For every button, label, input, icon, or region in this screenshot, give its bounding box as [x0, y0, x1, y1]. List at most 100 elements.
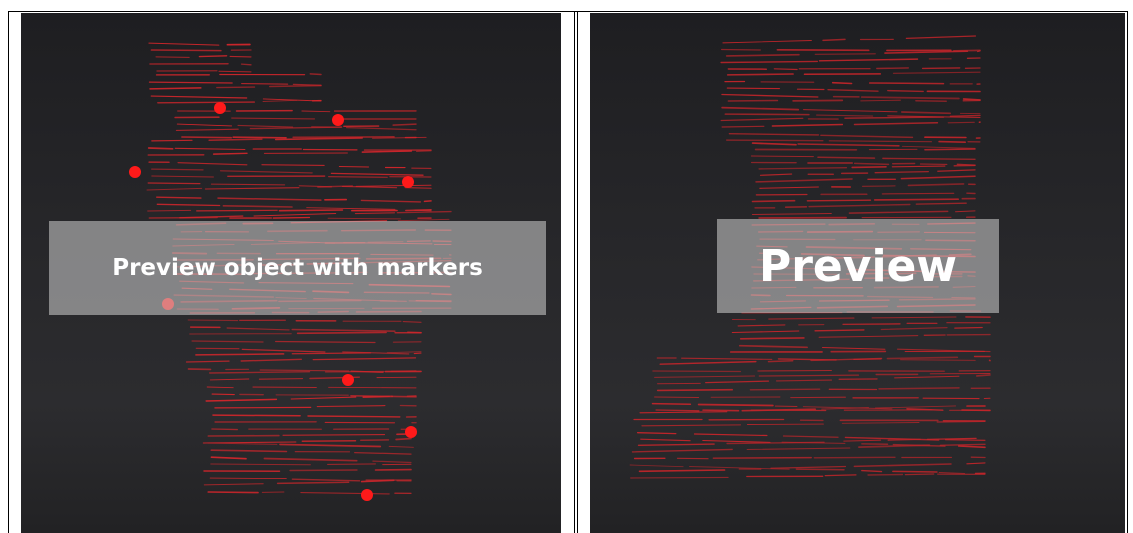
- scan-line: [758, 374, 860, 377]
- scan-line: [721, 93, 819, 98]
- scan-line: [926, 437, 977, 441]
- scan-line: [782, 435, 839, 438]
- scan-line: [705, 380, 770, 384]
- scan-line: [860, 99, 901, 102]
- scan-line: [858, 444, 931, 448]
- scan-line: [146, 187, 203, 191]
- scan-line: [276, 481, 350, 485]
- scan-line: [891, 165, 946, 168]
- scan-line: [726, 441, 825, 445]
- scan-line: [712, 456, 812, 459]
- scan-line: [725, 139, 824, 142]
- scan-line: [214, 406, 312, 409]
- scan-line: [841, 422, 920, 424]
- scan-line: [219, 170, 313, 174]
- scan-line: [822, 347, 886, 350]
- scan-line: [177, 162, 248, 166]
- scan-line: [396, 210, 452, 214]
- scan-line: [175, 128, 239, 131]
- scan-line: [187, 319, 239, 322]
- scan-line: [949, 114, 981, 118]
- marker-dot: [402, 176, 414, 188]
- scan-line: [751, 142, 797, 146]
- scan-line: [775, 379, 833, 382]
- scan-line: [191, 340, 264, 343]
- scan-line: [392, 123, 417, 126]
- scan-line: [738, 344, 808, 349]
- scan-line: [871, 316, 957, 319]
- scan-line: [309, 73, 322, 76]
- scan-line: [876, 67, 909, 70]
- scan-line: [892, 71, 981, 74]
- scan-line: [721, 125, 765, 128]
- scan-line: [156, 196, 202, 199]
- scan-line: [395, 437, 412, 441]
- scan-line: [181, 136, 232, 139]
- scan-line: [728, 133, 820, 136]
- right-preview-viewport: Preview: [590, 13, 1125, 533]
- scan-line: [954, 326, 983, 329]
- scan-line: [156, 203, 221, 207]
- scan-line: [206, 386, 234, 389]
- scan-line: [155, 56, 190, 58]
- scan-line: [202, 441, 297, 444]
- scan-line: [413, 352, 422, 355]
- scan-line: [636, 432, 677, 435]
- scan-line: [147, 209, 192, 212]
- scan-line: [878, 387, 960, 390]
- scan-line: [751, 199, 796, 203]
- scan-line: [887, 438, 921, 441]
- scan-line: [147, 147, 174, 150]
- scan-line: [874, 405, 957, 409]
- scan-line: [148, 42, 220, 46]
- scan-line: [415, 150, 432, 153]
- scan-line: [204, 187, 300, 190]
- scan-line: [795, 468, 845, 471]
- scan-line: [720, 60, 818, 64]
- scan-line: [654, 396, 700, 399]
- left-caption-banner: Preview object with markers: [49, 221, 546, 315]
- scan-line: [659, 360, 757, 365]
- frame-top-border: [8, 11, 1128, 12]
- scan-line: [907, 183, 965, 187]
- scan-line: [874, 170, 929, 174]
- scan-line: [831, 81, 853, 85]
- scan-line: [222, 205, 293, 208]
- scan-line: [185, 360, 230, 363]
- scan-line: [702, 439, 771, 443]
- scan-line: [818, 335, 919, 338]
- scan-line: [739, 337, 805, 340]
- scan-line: [272, 216, 311, 219]
- scan-line: [655, 409, 700, 412]
- scan-line: [354, 212, 396, 215]
- scan-line: [388, 445, 414, 448]
- scan-line: [291, 478, 361, 482]
- scan-line: [274, 137, 364, 141]
- scan-line: [209, 477, 287, 480]
- scan-line: [944, 439, 986, 441]
- scan-line: [853, 162, 890, 166]
- scan-line: [327, 217, 401, 220]
- scan-line: [824, 474, 857, 477]
- scan-line: [241, 348, 326, 353]
- scan-line: [900, 359, 976, 361]
- scan-line: [727, 99, 779, 102]
- scan-line: [881, 192, 955, 195]
- scan-line: [900, 175, 976, 180]
- marker-dot: [342, 374, 354, 386]
- scan-line: [269, 84, 322, 88]
- scan-line: [640, 438, 691, 442]
- scan-line: [205, 398, 278, 402]
- scan-line: [196, 209, 278, 212]
- scan-line: [631, 448, 733, 453]
- scan-line: [818, 58, 919, 62]
- scan-line: [693, 433, 768, 437]
- scan-line: [767, 360, 794, 363]
- scan-line: [814, 53, 876, 55]
- scan-line: [792, 99, 844, 102]
- scan-line: [939, 443, 986, 447]
- scan-line: [827, 89, 879, 92]
- scan-line: [905, 35, 977, 40]
- scan-line: [975, 374, 991, 377]
- scan-line: [726, 87, 780, 90]
